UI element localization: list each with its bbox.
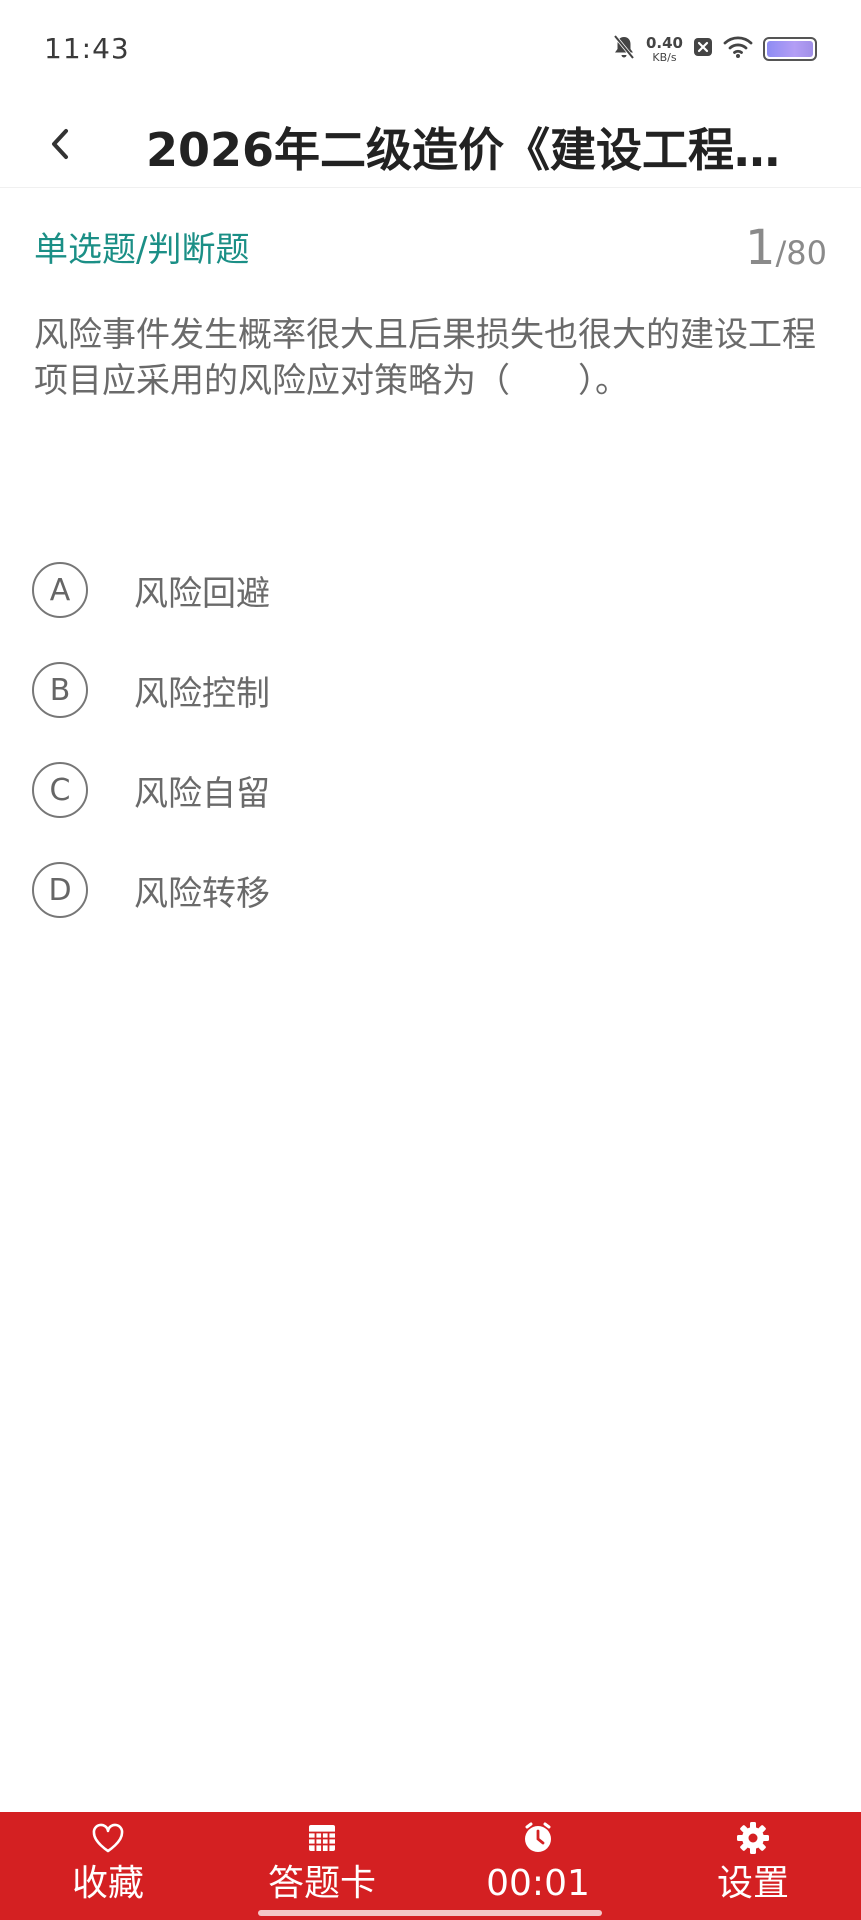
favorite-label: 收藏 <box>71 1863 144 1904</box>
back-button[interactable] <box>36 118 84 170</box>
header: 2026年二级造价《建设工程计量与计价实务（土木建筑工程）》 <box>0 100 861 188</box>
chevron-left-icon <box>52 129 68 159</box>
net-speed-value: 0.40 <box>645 33 683 52</box>
page-title: 2026年二级造价《建设工程计量与计价实务（土木建筑工程）》 <box>146 123 786 177</box>
timer-value: 00:01 <box>486 1863 590 1904</box>
screen: 11:43 0.40 KB/s 2026年二级造价《建设工程计 单选题/判断题 … <box>0 0 861 1920</box>
option-label: 风险回避 <box>134 573 270 614</box>
question-current: 1 <box>744 220 776 276</box>
home-indicator[interactable] <box>258 1910 602 1916</box>
option-letter: B <box>32 662 88 718</box>
answer-card-label: 答题卡 <box>267 1863 376 1904</box>
grid-icon <box>309 1825 335 1851</box>
option-c[interactable]: C 风险自留 <box>32 740 832 840</box>
option-label: 风险自留 <box>134 773 270 814</box>
gear-icon <box>737 1822 769 1854</box>
battery-icon <box>763 37 817 61</box>
net-speed-unit: KB/s <box>652 50 677 64</box>
favorite-button[interactable]: 收藏 <box>56 1812 160 1920</box>
status-time: 11:43 <box>44 32 130 65</box>
option-label: 风险转移 <box>134 873 270 914</box>
close-box-icon <box>693 36 713 62</box>
question-type: 单选题/判断题 <box>34 230 250 270</box>
question-total: /80 <box>775 234 828 272</box>
option-b[interactable]: B 风险控制 <box>32 640 832 740</box>
option-d[interactable]: D 风险转移 <box>32 840 832 940</box>
heart-icon <box>92 1823 124 1853</box>
timer: 00:01 <box>486 1812 590 1920</box>
settings-label: 设置 <box>716 1863 789 1904</box>
option-a[interactable]: A 风险回避 <box>32 540 832 640</box>
option-letter: A <box>32 562 88 618</box>
question-text: 风险事件发生概率很大且后果损失也很大的建设工程项目应采用的风险应对策略为（ ）。 <box>34 315 816 401</box>
net-speed: 0.40 KB/s <box>645 33 683 64</box>
status-bar: 11:43 0.40 KB/s <box>0 0 861 100</box>
option-letter: D <box>32 862 88 918</box>
question-counter: 1/80 <box>745 220 827 276</box>
settings-button[interactable]: 设置 <box>714 1812 792 1920</box>
clock-icon <box>525 1822 551 1852</box>
wifi-icon <box>723 35 753 63</box>
option-label: 风险控制 <box>134 673 270 714</box>
bell-off-icon <box>612 34 636 64</box>
option-letter: C <box>32 762 88 818</box>
bottom-bar: 收藏 答题卡 00:01 设置 <box>0 1812 861 1920</box>
options-list: A 风险回避 B 风险控制 C 风险自留 D 风险转移 <box>32 540 832 940</box>
answer-card-button[interactable]: 答题卡 <box>256 1812 388 1920</box>
status-icons: 0.40 KB/s <box>612 34 817 64</box>
